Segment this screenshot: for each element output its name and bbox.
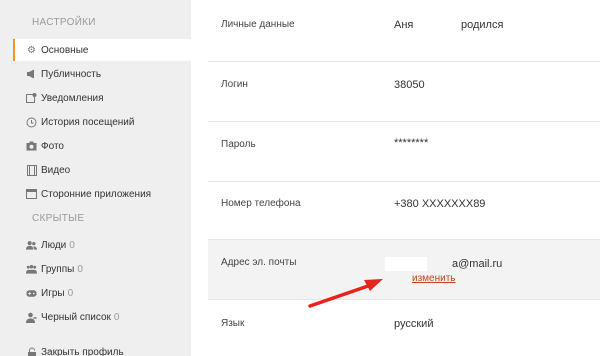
- sidebar-item-notifications[interactable]: Уведомления: [13, 87, 191, 109]
- sidebar-item-label: История посещений: [41, 116, 135, 128]
- film-icon: [26, 164, 37, 176]
- sidebar-item-people[interactable]: Люди 0: [13, 234, 191, 256]
- gear-icon: ⚙: [27, 44, 36, 56]
- sidebar-item-label: Публичность: [41, 68, 102, 80]
- close-profile-link[interactable]: Закрыть профиль: [13, 341, 191, 356]
- sidebar-item-games[interactable]: Игры 0: [13, 282, 191, 304]
- sidebar-item-label: Фото: [41, 140, 64, 152]
- people-icon: [26, 240, 37, 251]
- blacklist-icon: [26, 312, 37, 323]
- sidebar-item-photo[interactable]: Фото: [13, 135, 191, 157]
- hidden-count: 0: [67, 287, 74, 299]
- close-profile-label: Закрыть профиль: [41, 346, 124, 356]
- hidden-count: 0: [69, 239, 75, 251]
- sidebar-item-groups[interactable]: Группы 0: [13, 258, 191, 280]
- camera-icon: [26, 141, 37, 152]
- sidebar-item-label: Видео: [41, 164, 71, 176]
- notification-icon: [26, 92, 37, 104]
- sidebar-item-video[interactable]: Видео: [13, 159, 191, 181]
- app-window-icon: [26, 189, 37, 200]
- megaphone-icon: [26, 69, 37, 80]
- sidebar-item-label: Черный список: [41, 311, 111, 323]
- gamepad-icon: [26, 288, 37, 299]
- lock-icon: [26, 347, 37, 356]
- hidden-count: 0: [113, 311, 120, 323]
- hidden-count: 0: [77, 263, 83, 275]
- sidebar-item-label: Группы: [41, 263, 75, 275]
- profile-settings-panel: Личные данные Аня родился Логин 38050 Па…: [191, 0, 600, 356]
- sidebar-item-blacklist[interactable]: Черный список 0: [13, 306, 191, 328]
- sidebar-item-label: Люди: [41, 239, 67, 251]
- sidebar-item-label: Основные: [41, 44, 89, 56]
- groups-icon: [26, 264, 37, 275]
- sidebar-item-history[interactable]: История посещений: [13, 111, 191, 133]
- red-arrow-annotation: [308, 279, 383, 308]
- hidden-section-title: СКРЫТЫЕ: [32, 213, 85, 224]
- sidebar-item-label: Сторонние приложения: [41, 188, 152, 200]
- settings-sidebar: НАСТРОЙКИ ⚙ Основные Публичность Уведомл…: [0, 0, 191, 356]
- sidebar-item-basic[interactable]: ⚙ Основные: [13, 39, 191, 61]
- history-icon: [26, 117, 37, 128]
- sidebar-item-label: Уведомления: [41, 92, 104, 104]
- sidebar-item-publicity[interactable]: Публичность: [13, 63, 191, 85]
- sidebar-item-apps[interactable]: Сторонние приложения: [13, 183, 191, 205]
- settings-section-title: НАСТРОЙКИ: [32, 17, 96, 28]
- sidebar-item-label: Игры: [41, 287, 65, 299]
